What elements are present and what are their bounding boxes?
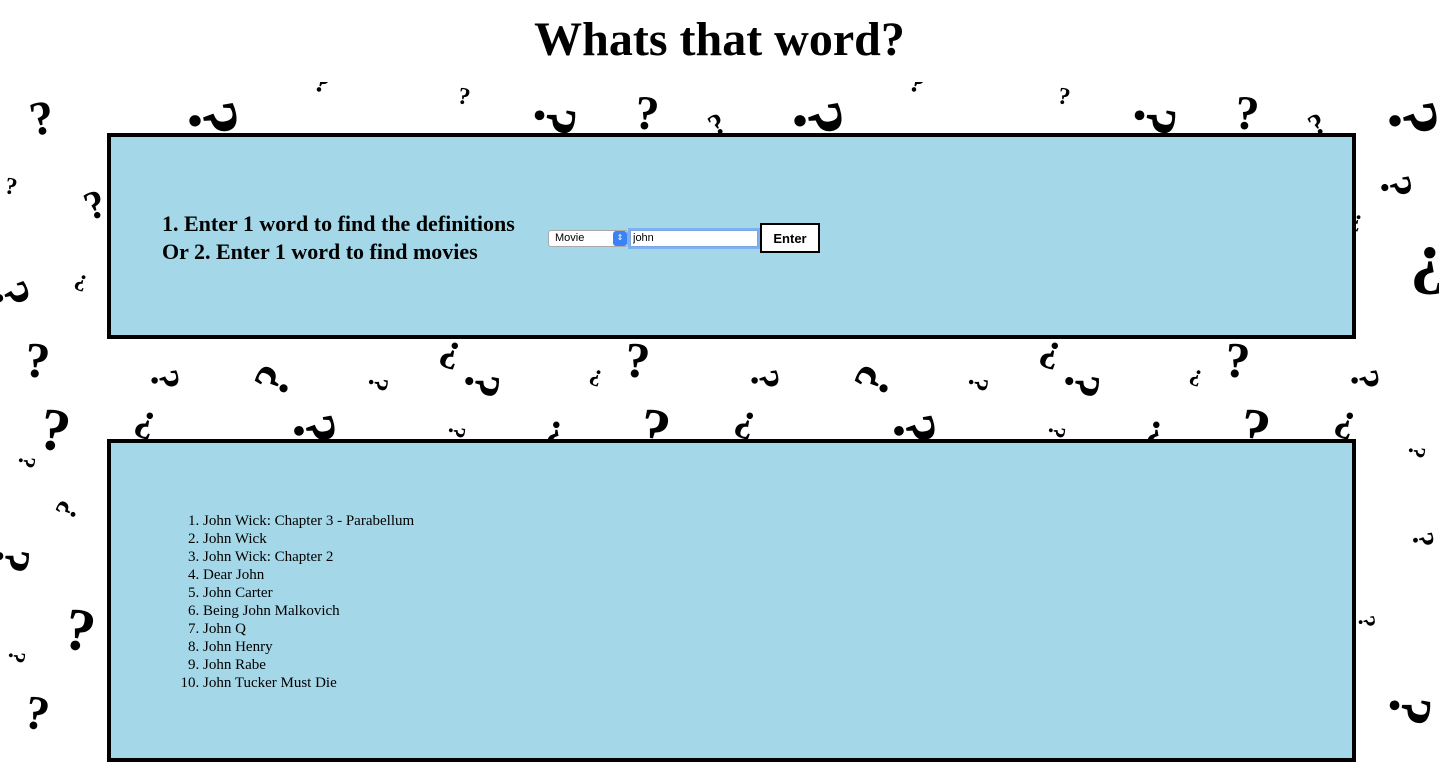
question-mark-decoration: ?: [452, 367, 513, 403]
question-mark-decoration: ?: [622, 331, 653, 389]
mode-select-value: Movie: [555, 232, 585, 244]
question-mark-decoration: ?: [1052, 367, 1113, 403]
question-mark-decoration: ?: [1402, 443, 1430, 461]
question-mark-decoration: ?: [1232, 86, 1262, 141]
question-mark-decoration: ?: [49, 495, 86, 525]
question-mark-decoration: ?: [25, 90, 59, 147]
question-mark-decoration: ?: [842, 355, 903, 405]
instruction-definitions: 1. Enter 1 word to find the definitions: [162, 211, 515, 236]
list-item: John Q: [203, 620, 414, 638]
question-mark-decoration: ?: [1405, 529, 1439, 551]
question-mark-decoration: ?: [1341, 366, 1390, 394]
enter-button[interactable]: Enter: [760, 223, 820, 253]
question-mark-decoration: ?: [70, 267, 92, 297]
list-item: John Rabe: [203, 656, 414, 674]
question-mark-decoration: ?: [242, 355, 303, 405]
question-mark-decoration: ?: [455, 83, 473, 111]
question-mark-decoration: ?: [585, 362, 607, 392]
question-mark-decoration: ?: [141, 366, 190, 394]
list-item: John Carter: [203, 584, 414, 602]
mode-select[interactable]: Movie ⇕: [548, 229, 628, 247]
question-mark-decoration: ?: [1410, 232, 1439, 309]
list-item: Dear John: [203, 566, 414, 584]
question-mark-decoration: ?: [2, 648, 30, 666]
list-item: John Wick: Chapter 2: [203, 548, 414, 566]
page-title: Whats that word?: [0, 12, 1439, 67]
question-mark-decoration: ?: [1042, 423, 1070, 441]
question-mark-decoration: ?: [442, 423, 470, 441]
select-updown-icon: ⇕: [613, 230, 627, 246]
list-item: John Henry: [203, 638, 414, 656]
question-mark-decoration: ?: [1374, 689, 1439, 731]
question-mark-decoration: ?: [22, 331, 53, 389]
question-mark-decoration: ?: [1352, 613, 1380, 631]
instruction-movies: Or 2. Enter 1 word to find movies: [162, 239, 478, 264]
question-mark-decoration: ?: [741, 366, 790, 394]
question-mark-decoration: ?: [2, 173, 20, 201]
list-item: John Wick: [203, 530, 414, 548]
word-input[interactable]: [630, 229, 758, 247]
question-mark-decoration: ?: [1370, 171, 1423, 203]
list-item: John Tucker Must Die: [203, 674, 414, 692]
results-list: John Wick: Chapter 3 - Parabellum John W…: [165, 512, 414, 692]
search-controls: Movie ⇕ Enter: [548, 223, 820, 253]
question-mark-decoration: ?: [1372, 95, 1439, 144]
question-mark-decoration: ?: [361, 374, 394, 394]
results-panel: John Wick: Chapter 3 - Parabellum John W…: [107, 439, 1356, 762]
search-panel: 1. Enter 1 word to find the definitions …: [107, 133, 1356, 339]
question-mark-decoration: ?: [1185, 362, 1207, 392]
question-mark-decoration: ?: [59, 594, 101, 666]
list-item: Being John Malkovich: [203, 602, 414, 620]
question-mark-decoration: ?: [632, 86, 662, 141]
question-mark-decoration: ?: [20, 685, 54, 742]
question-mark-decoration: ?: [961, 374, 994, 394]
question-mark-decoration: ?: [0, 273, 44, 317]
instructions: 1. Enter 1 word to find the definitions …: [162, 210, 515, 266]
question-mark-decoration: ?: [1055, 83, 1073, 111]
question-mark-decoration: ?: [34, 394, 76, 466]
list-item: John Wick: Chapter 3 - Parabellum: [203, 512, 414, 530]
question-mark-decoration: ?: [1222, 331, 1253, 389]
question-mark-decoration: ?: [0, 542, 43, 578]
